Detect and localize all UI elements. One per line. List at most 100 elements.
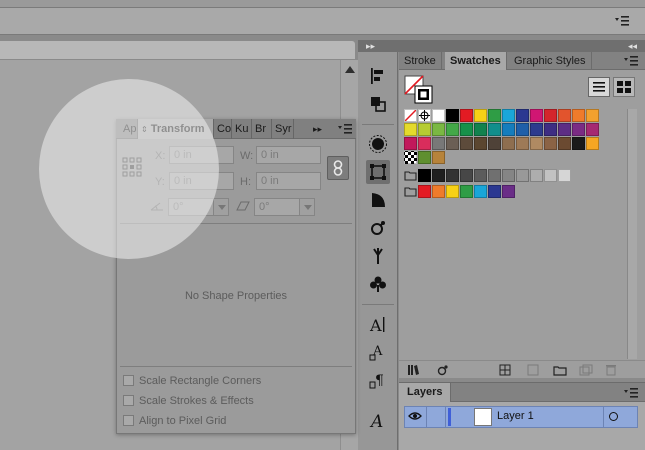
swatch[interactable] — [432, 109, 445, 122]
swatches-scrollbar[interactable] — [627, 109, 637, 359]
symbols-panel-icon[interactable] — [366, 272, 390, 296]
character-panel-icon[interactable]: A — [366, 312, 390, 336]
collapse-panels-icon[interactable]: ◂◂ — [628, 40, 637, 52]
swatch[interactable] — [488, 169, 501, 182]
swatch-libraries-icon[interactable] — [407, 364, 425, 380]
w-field[interactable]: 0 in — [256, 146, 321, 164]
show-kinds-icon[interactable] — [437, 364, 449, 380]
swatch[interactable] — [446, 185, 459, 198]
swatch[interactable] — [460, 185, 473, 198]
swatch[interactable] — [460, 137, 473, 150]
swatch[interactable] — [530, 123, 543, 136]
transform-panel-icon[interactable] — [366, 160, 390, 184]
swatch[interactable] — [572, 109, 585, 122]
swatch[interactable] — [502, 169, 515, 182]
pathfinder-panel-icon[interactable] — [366, 92, 390, 116]
tab-swatches[interactable]: Swatches — [445, 52, 507, 70]
rotate-field[interactable]: 0° — [168, 198, 214, 216]
swatch[interactable] — [418, 137, 431, 150]
shear-field[interactable]: 0° — [254, 198, 300, 216]
tab-stroke[interactable]: Stroke — [399, 52, 442, 70]
tab-layers[interactable]: Layers — [399, 383, 452, 402]
swatch[interactable] — [586, 109, 599, 122]
swatch[interactable] — [516, 109, 529, 122]
list-view-icon[interactable] — [588, 77, 610, 97]
scale-strokes-effects-checkbox[interactable] — [123, 395, 134, 406]
swatch[interactable] — [544, 123, 557, 136]
swatch[interactable] — [502, 123, 515, 136]
swatch[interactable] — [432, 123, 445, 136]
color-group-folder-icon[interactable] — [404, 185, 417, 198]
tab-color[interactable]: Co — [214, 119, 232, 139]
pattern-swatch[interactable] — [404, 151, 417, 164]
swatch[interactable] — [418, 151, 431, 164]
swatch[interactable] — [502, 137, 515, 150]
constrain-proportions-link-icon[interactable] — [327, 156, 349, 180]
swatch[interactable] — [544, 109, 557, 122]
swatch[interactable] — [544, 137, 557, 150]
visibility-eye-icon[interactable] — [408, 410, 422, 425]
swatch[interactable] — [488, 123, 501, 136]
swatch[interactable] — [446, 109, 459, 122]
swatches-panel-menu-icon[interactable] — [624, 55, 638, 70]
paragraph-panel-icon[interactable]: ¶ — [366, 368, 390, 392]
glyphs-panel-icon[interactable]: A — [366, 408, 390, 432]
swatch[interactable] — [572, 123, 585, 136]
align-to-pixel-grid-checkbox[interactable] — [123, 415, 134, 426]
swatch[interactable] — [530, 137, 543, 150]
shear-dropdown-icon[interactable] — [299, 198, 315, 216]
swatch-options-icon[interactable] — [499, 364, 515, 380]
align-panel-icon[interactable] — [366, 64, 390, 88]
swatch[interactable] — [558, 109, 571, 122]
brushes-panel-icon[interactable] — [366, 244, 390, 268]
scale-rectangle-corners-checkbox[interactable] — [123, 375, 134, 386]
swatch[interactable] — [544, 169, 557, 182]
new-folder-icon[interactable] — [553, 364, 567, 380]
swatch[interactable] — [432, 151, 445, 164]
h-field[interactable]: 0 in — [256, 172, 321, 190]
y-field[interactable]: 0 in — [169, 172, 234, 190]
swatch[interactable] — [558, 169, 571, 182]
swatch[interactable] — [432, 185, 445, 198]
swatch[interactable] — [460, 123, 473, 136]
swatch[interactable] — [516, 169, 529, 182]
layers-panel-menu-icon[interactable] — [624, 387, 638, 402]
swatch[interactable] — [460, 109, 473, 122]
swatch[interactable] — [502, 109, 515, 122]
tab-graphic-styles[interactable]: Graphic Styles — [509, 52, 592, 70]
swatch[interactable] — [516, 137, 529, 150]
tab-symbols[interactable]: Syr — [272, 119, 294, 139]
collapse-tools-icon[interactable]: ▸▸ — [366, 40, 375, 52]
tab-transform[interactable]: ⇕ Transform — [138, 119, 214, 139]
swatch[interactable] — [530, 109, 543, 122]
transparency-panel-icon[interactable] — [366, 216, 390, 240]
swatch[interactable] — [488, 137, 501, 150]
swatch[interactable] — [418, 185, 431, 198]
transform-panel-menu-icon[interactable] — [338, 123, 352, 138]
swatch[interactable] — [446, 123, 459, 136]
rotate-dropdown-icon[interactable] — [213, 198, 229, 216]
swatch[interactable] — [558, 137, 571, 150]
swatch[interactable] — [460, 169, 473, 182]
swatch[interactable] — [474, 109, 487, 122]
swatch[interactable] — [418, 123, 431, 136]
swatch[interactable] — [474, 185, 487, 198]
gradient-panel-icon[interactable] — [366, 188, 390, 212]
swatch[interactable] — [516, 123, 529, 136]
paragraph-styles-panel-icon[interactable]: A — [366, 340, 390, 364]
color-group-folder-icon[interactable] — [404, 169, 417, 182]
swatch-registration[interactable] — [418, 109, 431, 122]
swatch[interactable] — [474, 137, 487, 150]
swatch[interactable] — [446, 169, 459, 182]
swatch[interactable] — [432, 137, 445, 150]
fill-stroke-indicator[interactable] — [404, 75, 434, 105]
swatch[interactable] — [446, 137, 459, 150]
swatch[interactable] — [572, 137, 585, 150]
more-tabs-icon[interactable]: ▸▸ — [310, 119, 325, 139]
x-field[interactable]: 0 in — [169, 146, 234, 164]
swatch[interactable] — [474, 123, 487, 136]
swatch[interactable] — [488, 109, 501, 122]
delete-swatch-icon[interactable] — [605, 364, 617, 380]
swatch[interactable] — [432, 169, 445, 182]
tab-kuler[interactable]: Ku — [232, 119, 252, 139]
